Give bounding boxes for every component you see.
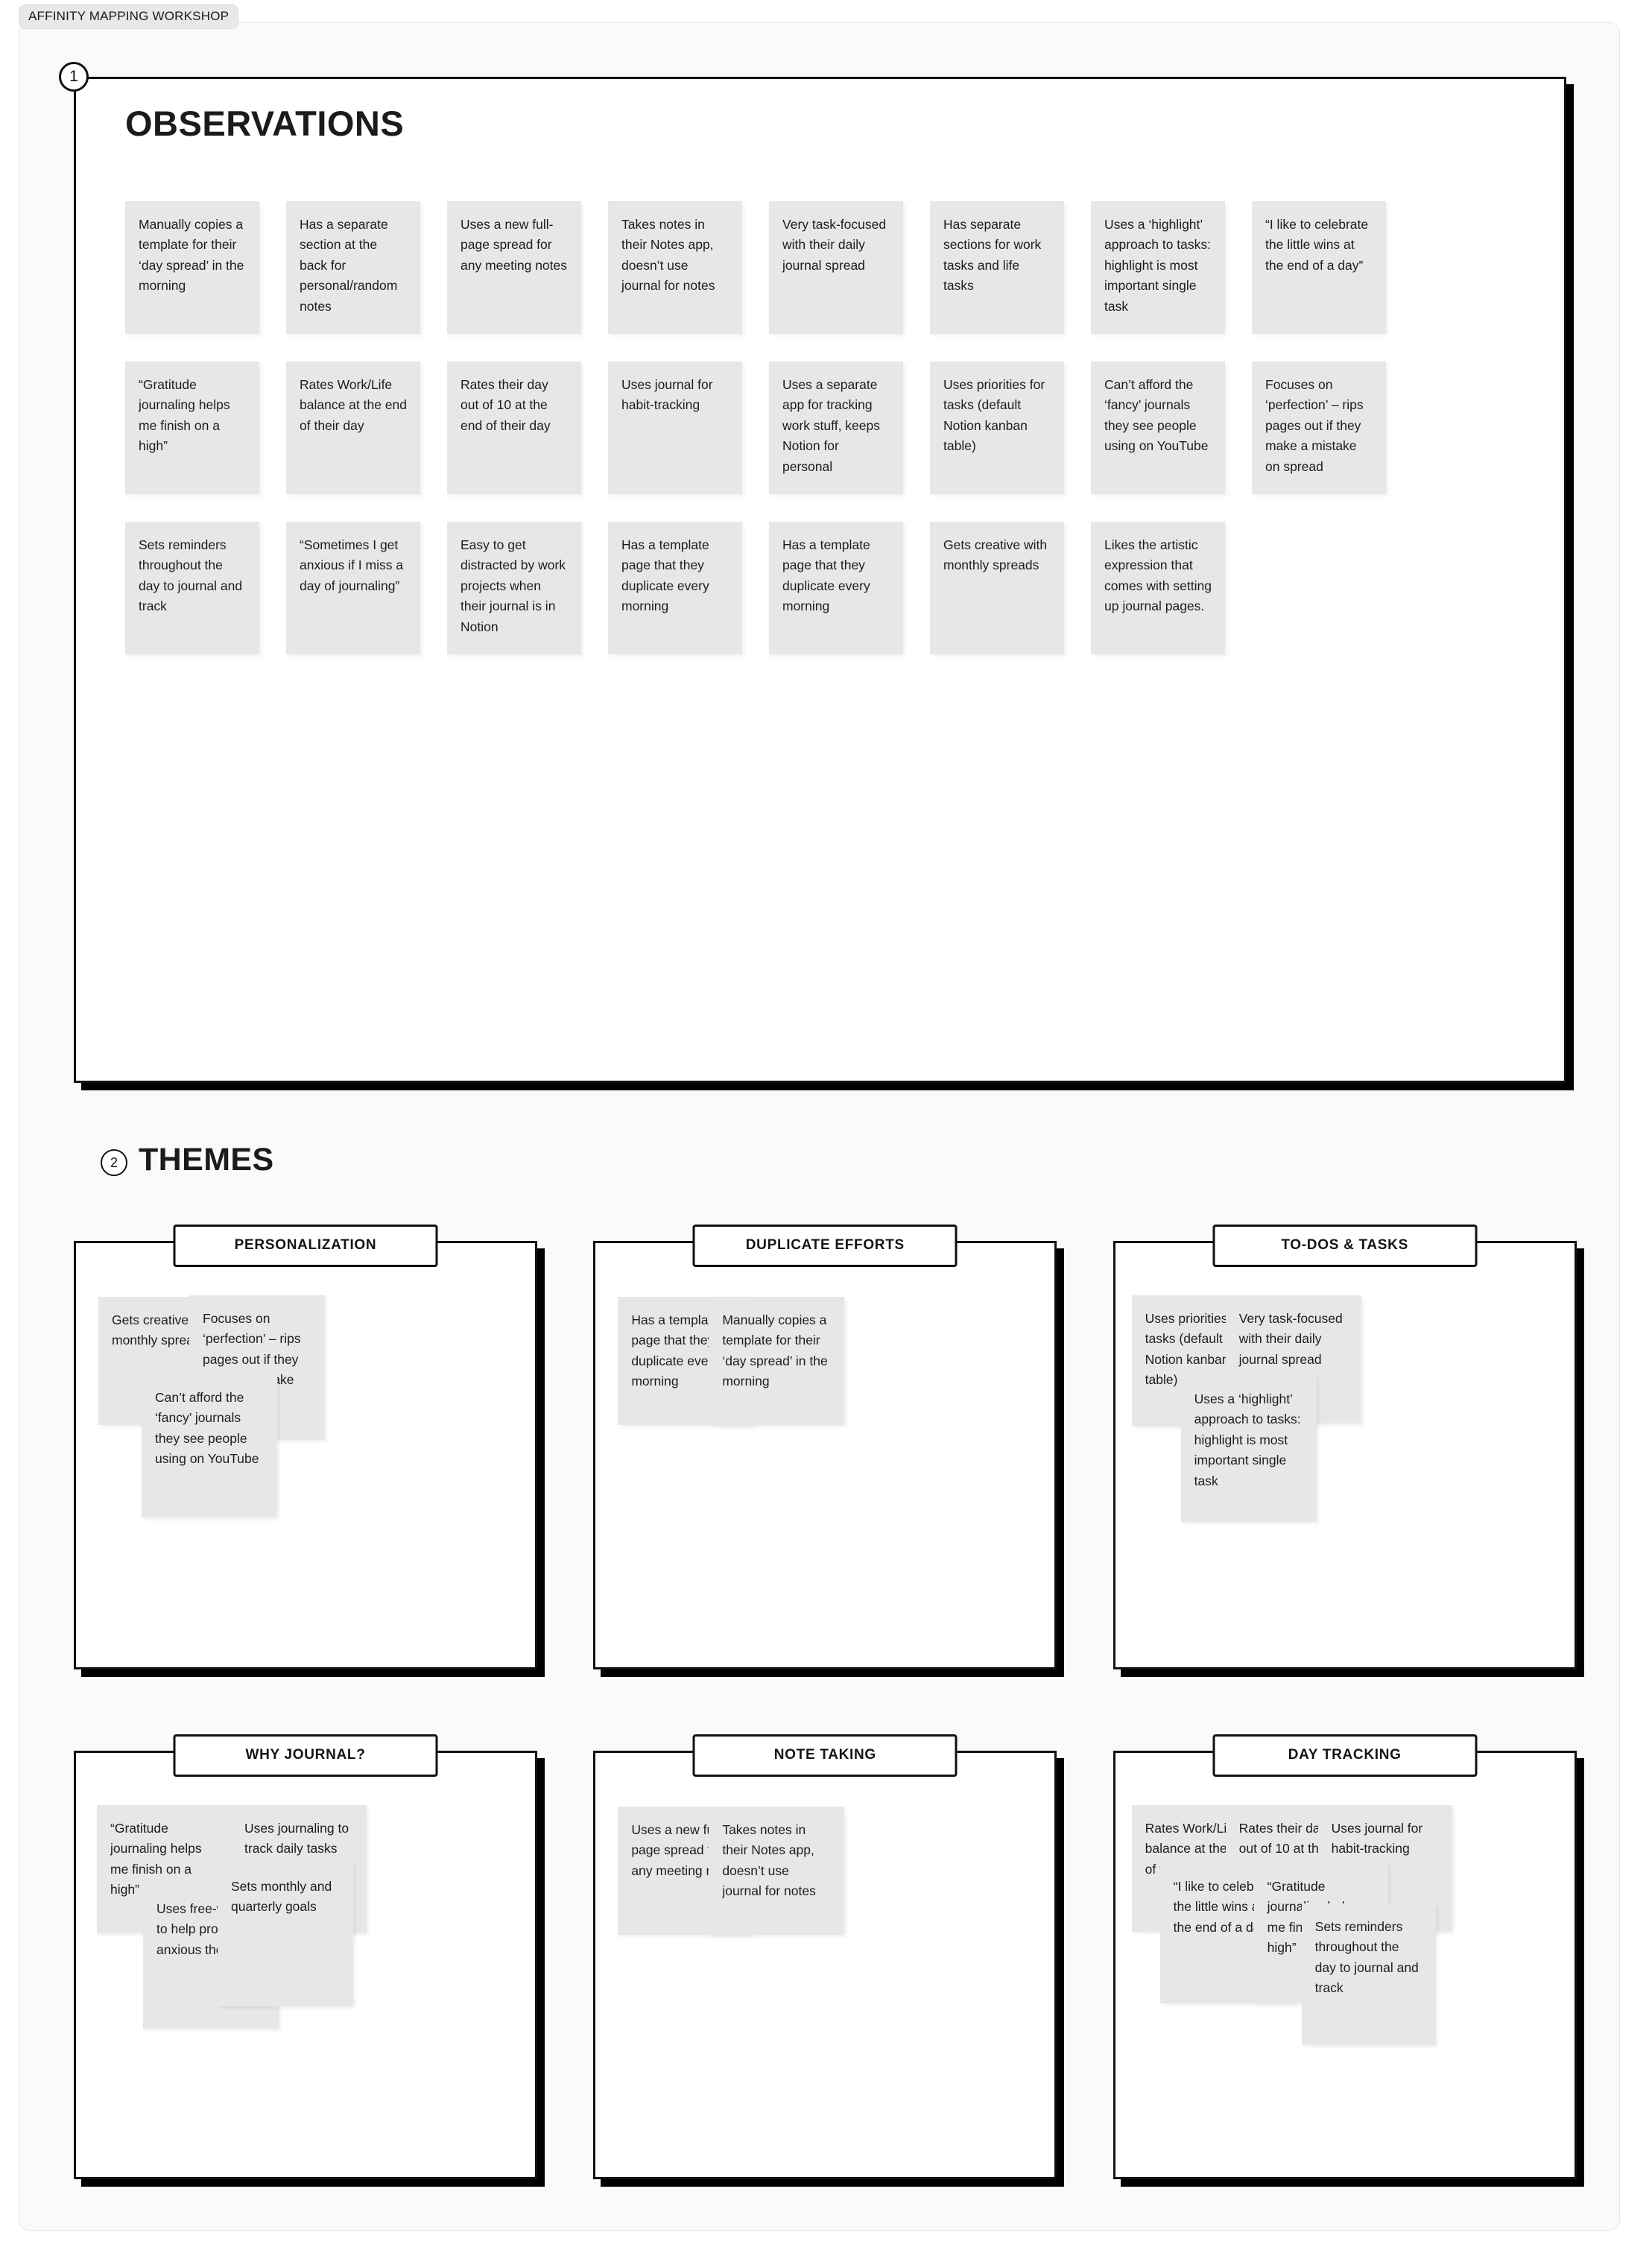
observation-note-cell: Takes notes in their Notes app, doesn’t … xyxy=(608,201,769,361)
observation-note[interactable]: “Sometimes I get anxious if I miss a day… xyxy=(286,522,420,654)
observation-note[interactable]: Takes notes in their Notes app, doesn’t … xyxy=(608,201,742,334)
observation-note-cell: Uses a ‘highlight’ approach to tasks: hi… xyxy=(1091,201,1252,361)
observation-note[interactable]: Likes the artistic expression that comes… xyxy=(1091,522,1225,654)
theme-card-body: Rates Work/Life balance at the end of th… xyxy=(1115,1753,1575,2177)
theme-card-why-journal[interactable]: WHY JOURNAL? “Gratitude journaling helps … xyxy=(74,1734,537,2179)
theme-note[interactable]: Manually copies a template for their ‘da… xyxy=(709,1297,845,1425)
theme-slot: NOTE TAKING Uses a new full-page spread f… xyxy=(593,1734,1059,2179)
theme-card-duplicate-efforts[interactable]: DUPLICATE EFFORTS Has a template page tha… xyxy=(593,1225,1057,1669)
observation-note-cell: Focuses on ‘perfection’ – rips pages out… xyxy=(1252,361,1413,522)
theme-card-header: PERSONALIZATION xyxy=(173,1225,438,1267)
themes-title: THEMES xyxy=(139,1142,274,1178)
theme-slot: DUPLICATE EFFORTS Has a template page tha… xyxy=(593,1225,1059,1669)
observation-note[interactable]: Uses a ‘highlight’ approach to tasks: hi… xyxy=(1091,201,1225,334)
theme-card-body: Uses a new full-page spread for any meet… xyxy=(595,1753,1054,2177)
theme-card-header: DAY TRACKING xyxy=(1212,1734,1478,1777)
observation-note[interactable]: Uses journal for habit-tracking xyxy=(608,361,742,494)
observation-note[interactable]: Has a template page that they duplicate … xyxy=(608,522,742,654)
observation-note[interactable]: Uses priorities for tasks (default Notio… xyxy=(930,361,1064,494)
observation-note[interactable]: Has a template page that they duplicate … xyxy=(769,522,903,654)
affinity-mapping-board: AFFINITY MAPPING WORKSHOP 1 OBSERVATIONS… xyxy=(0,0,1652,2256)
observation-note[interactable]: Has separate sections for work tasks and… xyxy=(930,201,1064,334)
theme-card-to-dos-tasks[interactable]: TO-DOS & TASKS Uses priorities for tasks … xyxy=(1113,1225,1577,1669)
theme-card-header: WHY JOURNAL? xyxy=(173,1734,438,1777)
observation-note[interactable]: Gets creative with monthly spreads xyxy=(930,522,1064,654)
observation-note[interactable]: “I like to celebrate the little wins at … xyxy=(1252,201,1386,334)
observation-note-cell: Gets creative with monthly spreads xyxy=(930,522,1091,682)
observation-note[interactable]: Uses a separate app for tracking work st… xyxy=(769,361,903,494)
step-marker-2: 2 xyxy=(101,1149,127,1176)
observation-note-cell: Rates Work/Life balance at the end of th… xyxy=(286,361,447,522)
observation-note[interactable]: Rates Work/Life balance at the end of th… xyxy=(286,361,420,494)
theme-card-personalization[interactable]: PERSONALIZATION Gets creative with monthl… xyxy=(74,1225,537,1669)
observation-note[interactable]: Sets reminders throughout the day to jou… xyxy=(125,522,259,654)
observation-note-cell: Uses priorities for tasks (default Notio… xyxy=(930,361,1091,522)
observation-note-cell: Uses a new full-page spread for any meet… xyxy=(447,201,608,361)
observation-note[interactable]: Has a separate section at the back for p… xyxy=(286,201,420,334)
theme-slot: TO-DOS & TASKS Uses priorities for tasks … xyxy=(1113,1225,1579,1669)
observation-note[interactable]: Focuses on ‘perfection’ – rips pages out… xyxy=(1252,361,1386,494)
theme-slot: DAY TRACKING Rates Work/Life balance at t… xyxy=(1113,1734,1579,2179)
observation-note-cell: Sets reminders throughout the day to jou… xyxy=(125,522,286,682)
theme-card-note-taking[interactable]: NOTE TAKING Uses a new full-page spread f… xyxy=(593,1734,1057,2179)
observation-note-cell: Has separate sections for work tasks and… xyxy=(930,201,1091,361)
theme-card-body: Gets creative with monthly spreads Focuse… xyxy=(76,1243,535,1667)
theme-note[interactable]: Can’t afford the ‘fancy’ journals they s… xyxy=(142,1374,277,1517)
observation-note-cell: “Gratitude journaling helps me finish on… xyxy=(125,361,286,522)
observation-note-cell: Easy to get distracted by work projects … xyxy=(447,522,608,682)
observation-note-cell: Rates their day out of 10 at the end of … xyxy=(447,361,608,522)
observation-note-cell: Likes the artistic expression that comes… xyxy=(1091,522,1252,682)
observation-note-cell: “I like to celebrate the little wins at … xyxy=(1252,201,1413,361)
observation-note-cell: Has a separate section at the back for p… xyxy=(286,201,447,361)
observation-note-cell: Manually copies a template for their ‘da… xyxy=(125,201,286,361)
themes-card-grid: PERSONALIZATION Gets creative with monthl… xyxy=(74,1225,1579,2179)
theme-note[interactable]: Takes notes in their Notes app, doesn’t … xyxy=(709,1807,845,1935)
observation-note[interactable]: “Gratitude journaling helps me finish on… xyxy=(125,361,259,494)
observation-note[interactable]: Easy to get distracted by work projects … xyxy=(447,522,581,654)
observation-note[interactable]: Rates their day out of 10 at the end of … xyxy=(447,361,581,494)
observation-note-cell: Has a template page that they duplicate … xyxy=(608,522,769,682)
observations-title: OBSERVATIONS xyxy=(125,104,405,143)
step-marker-1: 1 xyxy=(59,62,89,92)
workshop-title-badge: AFFINITY MAPPING WORKSHOP xyxy=(19,4,239,29)
theme-note[interactable]: Uses a ‘highlight’ approach to tasks: hi… xyxy=(1180,1376,1317,1522)
theme-row: WHY JOURNAL? “Gratitude journaling helps … xyxy=(74,1734,1579,2179)
theme-card-day-tracking[interactable]: DAY TRACKING Rates Work/Life balance at t… xyxy=(1113,1734,1577,2179)
theme-card-header: TO-DOS & TASKS xyxy=(1212,1225,1478,1267)
theme-note[interactable]: Sets monthly and quarterly goals xyxy=(218,1863,353,2006)
theme-note[interactable]: Sets reminders throughout the day to jou… xyxy=(1301,1903,1436,2045)
theme-card-body: Has a template page that they duplicate … xyxy=(595,1243,1054,1667)
observation-note-cell: Has a template page that they duplicate … xyxy=(769,522,930,682)
observation-note[interactable]: Can’t afford the ‘fancy’ journals they s… xyxy=(1091,361,1225,494)
theme-row: PERSONALIZATION Gets creative with monthl… xyxy=(74,1225,1579,1669)
observation-note-cell: Can’t afford the ‘fancy’ journals they s… xyxy=(1091,361,1252,522)
theme-slot: PERSONALIZATION Gets creative with monthl… xyxy=(74,1225,539,1669)
theme-slot: WHY JOURNAL? “Gratitude journaling helps … xyxy=(74,1734,539,2179)
theme-card-body: “Gratitude journaling helps me finish on… xyxy=(76,1753,535,2177)
observation-note-cell: Very task-focused with their daily journ… xyxy=(769,201,930,361)
observation-note[interactable]: Very task-focused with their daily journ… xyxy=(769,201,903,334)
observation-note-cell: Uses a separate app for tracking work st… xyxy=(769,361,930,522)
observation-note-cell: Uses journal for habit-tracking xyxy=(608,361,769,522)
observation-note-cell: “Sometimes I get anxious if I miss a day… xyxy=(286,522,447,682)
theme-card-body: Uses priorities for tasks (default Notio… xyxy=(1115,1243,1575,1667)
observation-note[interactable]: Uses a new full-page spread for any meet… xyxy=(447,201,581,334)
observations-note-grid: Manually copies a template for their ‘da… xyxy=(125,201,1466,682)
theme-card-header: NOTE TAKING xyxy=(692,1734,958,1777)
theme-card-header: DUPLICATE EFFORTS xyxy=(692,1225,958,1267)
observation-note[interactable]: Manually copies a template for their ‘da… xyxy=(125,201,259,334)
